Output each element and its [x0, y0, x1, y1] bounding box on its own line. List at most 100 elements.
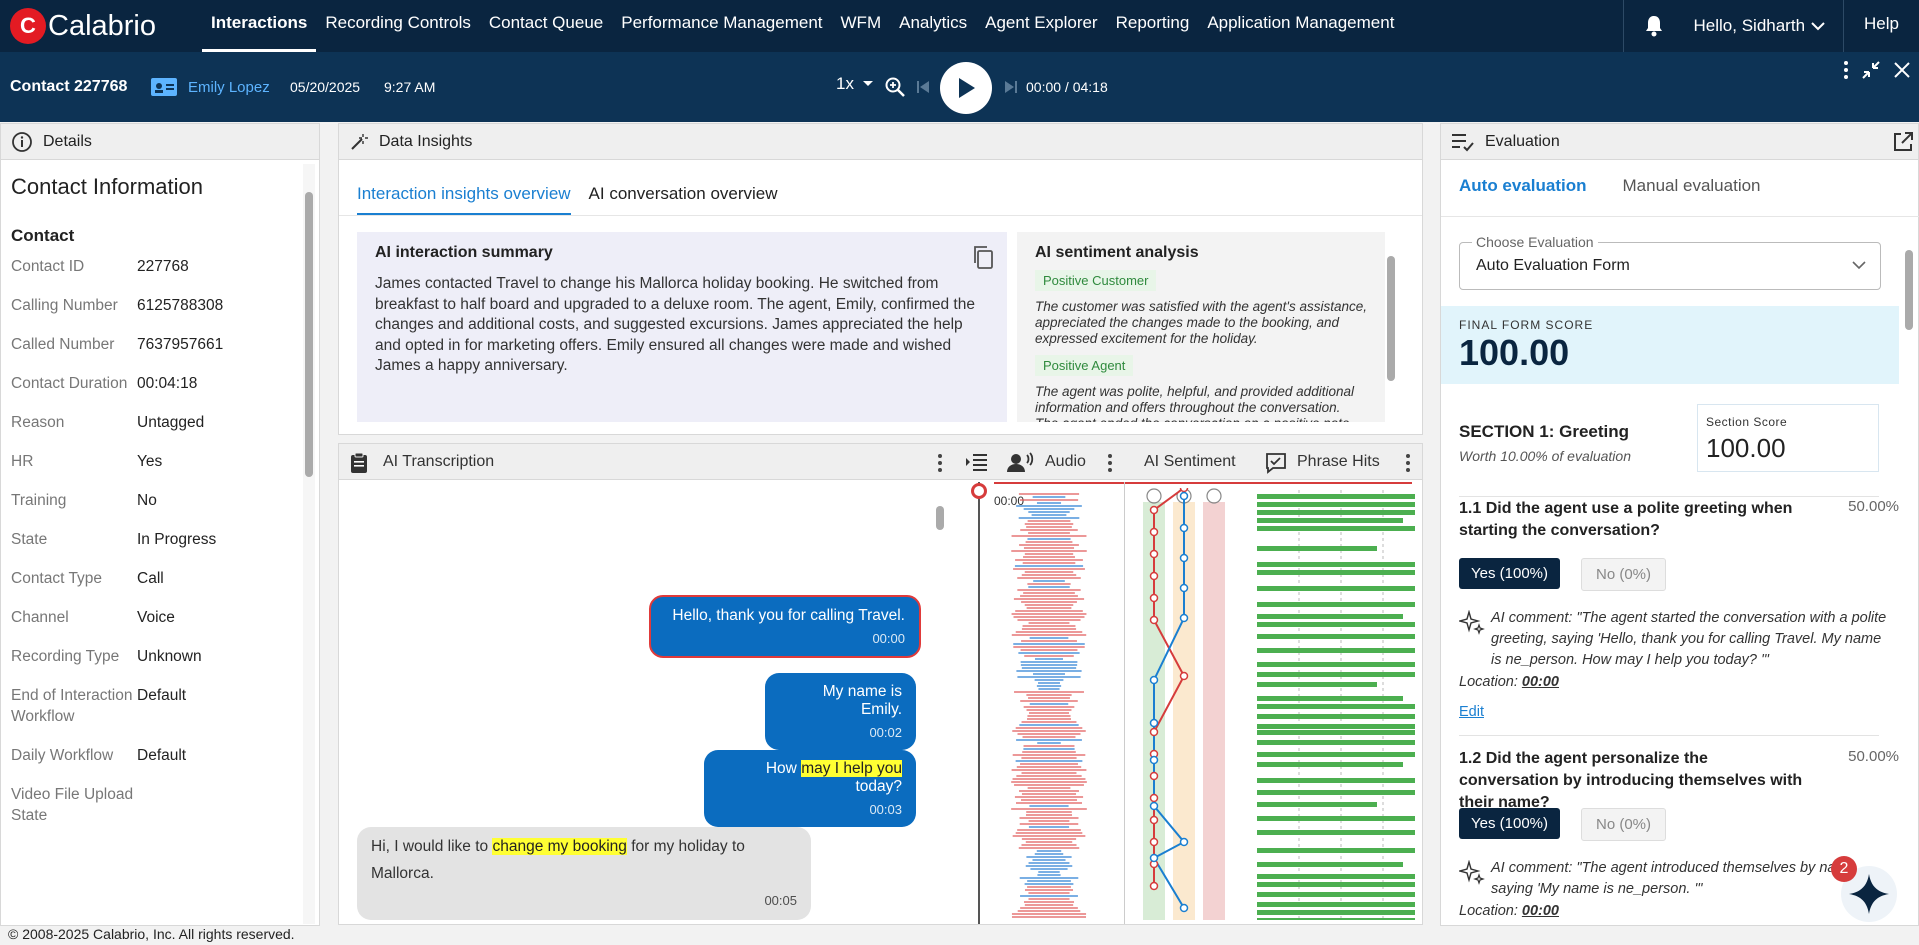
- customer-sentiment-point: [1179, 488, 1189, 493]
- auto-scroll-icon[interactable]: [965, 452, 989, 472]
- tab-interaction-insights[interactable]: Interaction insights overview: [357, 170, 571, 215]
- tab-ai-conversation[interactable]: AI conversation overview: [589, 170, 778, 215]
- more-vertical-icon[interactable]: [937, 453, 943, 473]
- phrase-hit-bar: [1257, 570, 1415, 575]
- evaluation-scrollbar[interactable]: [1903, 228, 1915, 924]
- question-weight: 50.00%: [1848, 498, 1899, 515]
- skip-forward-icon[interactable]: [1004, 79, 1018, 99]
- playback-speed-select[interactable]: 1x: [836, 74, 874, 94]
- phrase-hit-bar: [1257, 586, 1415, 591]
- minimize-icon[interactable]: [1861, 60, 1881, 80]
- more-vertical-icon[interactable]: [1405, 453, 1411, 473]
- user-menu[interactable]: Hello, Sidharth: [1684, 16, 1844, 36]
- location-link[interactable]: 00:00: [1522, 674, 1559, 690]
- tab-manual-evaluation[interactable]: Manual evaluation: [1623, 162, 1761, 212]
- detail-row: Channel Voice: [11, 607, 291, 628]
- phrase-hit-bar: [1257, 614, 1403, 619]
- section-score-value: 100.00: [1706, 433, 1786, 463]
- agent-sentiment-point: [1149, 755, 1159, 765]
- yes-button[interactable]: Yes (100%): [1459, 808, 1560, 839]
- tab-auto-evaluation[interactable]: Auto evaluation: [1459, 162, 1587, 212]
- phrase-hit-bar: [1257, 714, 1415, 719]
- agent-sentiment-point: [1179, 523, 1189, 533]
- edit-link[interactable]: Edit: [1459, 704, 1484, 720]
- brand-name: Calabrio: [48, 9, 156, 42]
- assistant-launcher[interactable]: 2: [1831, 856, 1897, 922]
- details-scrollbar[interactable]: [303, 164, 315, 924]
- detail-value: No: [137, 492, 157, 509]
- playhead-line[interactable]: [978, 482, 980, 924]
- agent-sentiment-point: [1149, 853, 1159, 863]
- phrase-hit-bar: [1257, 510, 1415, 515]
- calabrio-logo-icon: C: [10, 8, 46, 44]
- insights-scrollbar[interactable]: [1385, 232, 1397, 422]
- nav-wfm[interactable]: WFM: [832, 0, 891, 52]
- phrase-highlight[interactable]: may I help you: [801, 760, 902, 777]
- nav-contact-queue[interactable]: Contact Queue: [480, 0, 612, 52]
- nav-agent-explorer[interactable]: Agent Explorer: [976, 0, 1106, 52]
- question-title: 1.1 Did the agent use a polite greeting …: [1459, 500, 1793, 539]
- copy-icon[interactable]: [971, 244, 995, 270]
- agent-sentiment-point: [1179, 491, 1189, 501]
- skip-back-icon[interactable]: [916, 79, 930, 99]
- play-button[interactable]: [940, 62, 992, 114]
- audio-waveform[interactable]: [1009, 490, 1089, 920]
- open-external-icon[interactable]: [1892, 131, 1914, 153]
- zoom-icon[interactable]: [884, 76, 906, 102]
- no-button[interactable]: No (0%): [1581, 808, 1667, 841]
- detail-row: Recording Type Unknown: [11, 646, 291, 667]
- notification-badge: 2: [1831, 856, 1857, 882]
- data-insights-title: Data Insights: [379, 132, 473, 150]
- message-time: 00:00: [872, 631, 905, 646]
- nav-performance-management[interactable]: Performance Management: [612, 0, 831, 52]
- chat-message-agent[interactable]: How may I help you today? 00:03: [704, 750, 916, 827]
- nav-analytics[interactable]: Analytics: [890, 0, 976, 52]
- help-link[interactable]: Help: [1843, 0, 1919, 52]
- phrase-hits-timeline[interactable]: [1257, 490, 1419, 920]
- phrase-hit-bar: [1257, 546, 1377, 551]
- ai-summary-card: AI interaction summary James contacted T…: [357, 232, 1007, 422]
- bell-icon[interactable]: [1624, 14, 1684, 38]
- playhead-handle[interactable]: [971, 483, 987, 499]
- phrase-hit-bar: [1257, 648, 1415, 653]
- no-button[interactable]: No (0%): [1581, 558, 1667, 591]
- yes-button[interactable]: Yes (100%): [1459, 558, 1560, 589]
- calabrio-logo[interactable]: C Calabrio: [10, 0, 185, 52]
- nav-reporting[interactable]: Reporting: [1107, 0, 1199, 52]
- location-link[interactable]: 00:00: [1522, 903, 1559, 919]
- contact-bar: Contact 227768 Emily Lopez 05/20/2025 9:…: [0, 52, 1919, 122]
- transcription-scrollbar[interactable]: [934, 484, 946, 920]
- choose-evaluation-select[interactable]: Choose Evaluation Auto Evaluation Form: [1459, 234, 1881, 290]
- chat-message-customer[interactable]: Hi, I would like to change my booking fo…: [357, 827, 811, 920]
- phrase-hit-bar: [1257, 724, 1415, 729]
- phrase-hit-bar: [1257, 892, 1415, 897]
- sparkle-star-icon: [1849, 874, 1889, 914]
- phrase-hit-bar: [1257, 518, 1403, 523]
- top-nav: C Calabrio Interactions Recording Contro…: [0, 0, 1919, 52]
- customer-sentiment-point: [1179, 671, 1189, 681]
- more-vertical-icon[interactable]: [1107, 453, 1113, 473]
- phrase-highlight[interactable]: change my booking: [492, 838, 627, 855]
- nav-application-management[interactable]: Application Management: [1198, 0, 1403, 52]
- phrase-hit-bar: [1257, 562, 1415, 567]
- close-icon[interactable]: [1893, 61, 1911, 79]
- chat-message-agent[interactable]: Hello, thank you for calling Travel. 00:…: [649, 595, 921, 658]
- nav-interactions[interactable]: Interactions: [202, 0, 317, 52]
- playback-speed-value: 1x: [836, 74, 854, 93]
- summary-text: James contacted Travel to change his Mal…: [375, 275, 975, 374]
- column-divider: [1124, 482, 1125, 924]
- chat-message-agent[interactable]: My name is Emily. 00:02: [765, 673, 916, 750]
- more-vertical-icon[interactable]: [1843, 60, 1849, 80]
- ai-comment: AI comment: "The agent started the conve…: [1491, 610, 1887, 668]
- summary-title: AI interaction summary: [375, 244, 553, 261]
- contact-title: Contact 227768: [10, 78, 128, 95]
- phrase-hit-bar: [1257, 502, 1415, 507]
- agent-link[interactable]: Emily Lopez: [150, 76, 270, 98]
- detail-key: Channel: [11, 609, 69, 626]
- nav-recording-controls[interactable]: Recording Controls: [316, 0, 480, 52]
- sentiment-card: AI sentiment analysis Positive Customer …: [1017, 232, 1385, 422]
- agent-sentiment-point: [1179, 613, 1189, 623]
- question-1-2: 1.2 Did the agent personalize the conver…: [1459, 748, 1899, 919]
- agent-sentiment-point: [1149, 675, 1159, 685]
- sentiment-timeline[interactable]: [1139, 488, 1239, 920]
